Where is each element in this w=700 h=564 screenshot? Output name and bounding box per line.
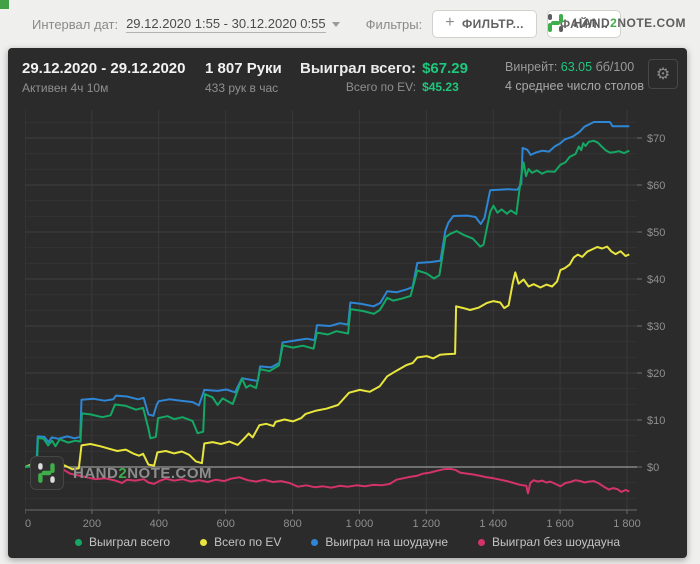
svg-text:1 600: 1 600 — [546, 518, 574, 530]
svg-text:800: 800 — [283, 518, 301, 530]
series-Выиграл всего — [24, 139, 630, 468]
svg-text:200: 200 — [83, 518, 101, 530]
svg-text:400: 400 — [150, 518, 168, 530]
avg-tables: 4 среднее число столов — [505, 79, 645, 93]
legend-item[interactable]: Выиграл всего — [74, 535, 171, 549]
winrate-block: Винрейт: 63.05 бб/100 4 среднее число ст… — [505, 60, 644, 93]
filter-button[interactable]: + ФИЛЬТР... — [432, 10, 537, 38]
ev-value: $45.23 — [422, 80, 459, 94]
chevron-down-icon[interactable] — [331, 21, 340, 27]
legend-dot-icon — [311, 538, 319, 546]
legend-label: Всего по EV — [214, 535, 282, 549]
session-date-block: 29.12.2020 - 29.12.2020 Активен 4ч 10м — [22, 60, 185, 95]
winnings-block: Выиграл всего: $67.29 Всего по EV: $45.2… — [300, 60, 468, 94]
legend-dot-icon — [200, 538, 208, 546]
interval-label: Интервал дат: — [32, 16, 119, 32]
brand-text: HAND2NOTE.COM — [573, 16, 686, 30]
svg-text:$40: $40 — [647, 274, 665, 286]
svg-text:$60: $60 — [647, 180, 665, 192]
date-range-selector[interactable]: 29.12.2020 1:55 - 30.12.2020 0:55 — [126, 16, 326, 33]
top-toolbar: Интервал дат: 29.12.2020 1:55 - 30.12.20… — [0, 0, 700, 48]
legend-item[interactable]: Выиграл без шоудауна — [478, 535, 620, 549]
winrate-label: Винрейт: — [505, 60, 558, 74]
hands-block: 1 807 Руки 433 рук в час — [205, 60, 282, 95]
won-total-value: $67.29 — [422, 60, 468, 77]
svg-text:1 000: 1 000 — [346, 518, 374, 530]
svg-text:$20: $20 — [647, 368, 665, 380]
settings-button[interactable]: ⚙ — [648, 59, 678, 89]
legend-item[interactable]: Всего по EV — [200, 535, 281, 549]
session-active-time: Активен 4ч 10м — [22, 81, 109, 95]
watermark-text: HAND2NOTE.COM — [73, 464, 213, 482]
svg-text:1 200: 1 200 — [413, 518, 441, 530]
filters-label: Фильтры: — [365, 16, 423, 32]
legend-label: Выиграл всего — [88, 535, 171, 549]
chart-watermark: HAND2NOTE.COM — [30, 456, 212, 490]
svg-text:1 400: 1 400 — [479, 518, 507, 530]
won-total-label: Выиграл всего: — [300, 60, 417, 77]
ev-label: Всего по EV: — [345, 80, 417, 94]
brand-logo-link[interactable]: HAND2NOTE.COM — [547, 14, 686, 32]
plus-icon: + — [445, 14, 455, 31]
svg-text:0: 0 — [25, 518, 31, 530]
svg-text:$50: $50 — [647, 227, 665, 239]
hand2note-icon — [547, 14, 565, 32]
legend-label: Выиграл на шоудауне — [325, 535, 449, 549]
winrate-units: бб/100 — [595, 60, 635, 74]
svg-text:600: 600 — [216, 518, 234, 530]
legend-label: Выиграл без шоудауна — [492, 535, 621, 549]
filter-button-label: ФИЛЬТР... — [461, 17, 524, 31]
legend-dot-icon — [478, 538, 486, 546]
gear-icon: ⚙ — [655, 64, 671, 83]
hands-total: 1 807 Руки — [205, 60, 282, 77]
hands-per-hour: 433 рук в час — [205, 81, 279, 95]
svg-text:$70: $70 — [647, 133, 665, 145]
legend-dot-icon — [74, 538, 82, 546]
svg-text:$0: $0 — [647, 462, 659, 474]
chart-legend: Выиграл всего Всего по EV Выиграл на шоуда… — [8, 535, 687, 549]
svg-text:$30: $30 — [647, 321, 665, 333]
session-date-range: 29.12.2020 - 29.12.2020 — [22, 60, 186, 77]
svg-text:1 800: 1 800 — [613, 518, 641, 530]
legend-item[interactable]: Выиграл на шоудауне — [311, 535, 448, 549]
svg-text:$10: $10 — [647, 415, 665, 427]
hand2note-watermark-icon — [30, 456, 64, 490]
winrate-value: 63.05 — [560, 60, 593, 74]
stats-panel: 29.12.2020 - 29.12.2020 Активен 4ч 10м 1… — [8, 48, 687, 558]
